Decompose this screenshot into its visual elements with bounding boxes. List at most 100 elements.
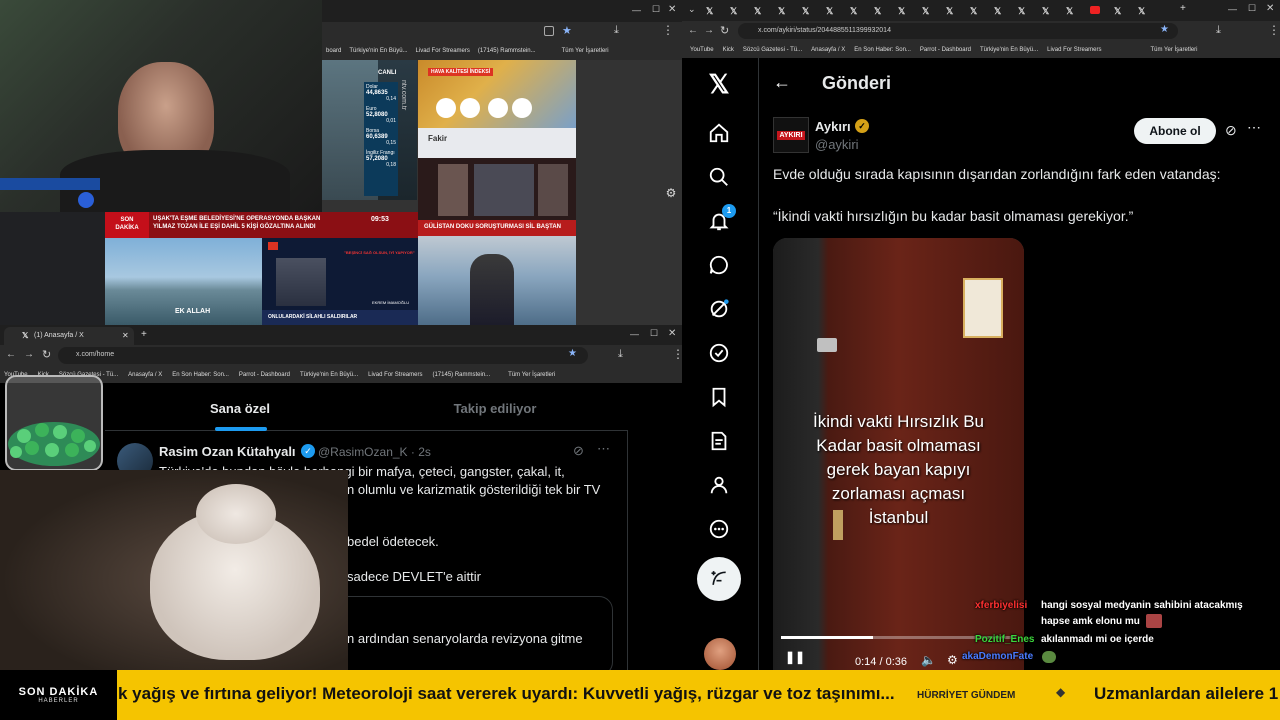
politician-label: EKREM İMAMOĞLU: [372, 300, 410, 305]
gold-verified-badge-icon: ✓: [855, 119, 869, 133]
bookmark-item[interactable]: En Son Haber: Son...: [172, 372, 229, 378]
bookmark-item[interactable]: Parrot - Dashboard: [239, 372, 290, 378]
pet-camera: [0, 470, 348, 670]
ticker-source: HÜRRİYET GÜNDEM: [917, 690, 1016, 701]
bookmark-item[interactable]: (17145) Rammstein...: [432, 372, 490, 378]
notifications-icon[interactable]: 1: [704, 204, 736, 236]
minimize-icon[interactable]: —: [1228, 4, 1237, 14]
profile-icon[interactable]: [704, 470, 734, 500]
close-icon[interactable]: ✕: [668, 4, 676, 15]
post-handle[interactable]: @aykiri: [815, 137, 859, 152]
address-bar[interactable]: x.com/aykiri/status/2044885511399932014 …: [738, 23, 1178, 39]
maximize-icon[interactable]: ☐: [652, 4, 660, 15]
chat-username: Pozitif_Enes: [975, 634, 1035, 645]
menu-icon[interactable]: ⋮: [662, 23, 674, 37]
forward-icon[interactable]: →: [24, 349, 34, 360]
reload-icon[interactable]: ↻: [42, 348, 51, 361]
back-icon[interactable]: ←: [688, 25, 698, 36]
back-icon[interactable]: ←: [6, 349, 16, 360]
bookmark-all[interactable]: Tüm Yer İşaretleri: [508, 372, 555, 378]
author-avatar[interactable]: AYKIRI: [773, 117, 809, 153]
bookmark-item[interactable]: Anasayfa / X: [128, 372, 162, 378]
settings-icon[interactable]: ⚙: [947, 653, 958, 667]
x-sidebar: 𝕏 1: [682, 58, 758, 670]
euro-change: 0,01: [386, 118, 396, 124]
close-icon[interactable]: ✕: [668, 328, 676, 339]
more-icon[interactable]: ⋯: [1247, 119, 1261, 136]
bookmark-item[interactable]: Anasayfa / X: [811, 47, 845, 53]
forward-icon[interactable]: →: [704, 25, 714, 36]
bookmark-item[interactable]: Türkiye'nin En Büyü...: [980, 47, 1038, 53]
subscribe-button[interactable]: Abone ol: [1134, 118, 1216, 144]
reload-icon[interactable]: ↻: [720, 24, 729, 37]
search-icon[interactable]: [704, 162, 734, 192]
minimize-icon[interactable]: —: [630, 329, 639, 339]
bookmark-item[interactable]: En Son Haber: Son...: [854, 47, 911, 53]
chat-emote: [1146, 614, 1162, 628]
x-logo-icon[interactable]: 𝕏: [704, 69, 734, 99]
close-icon[interactable]: ✕: [1266, 3, 1274, 14]
tab-close-icon[interactable]: ✕: [122, 331, 129, 340]
star-icon[interactable]: ★: [562, 24, 572, 37]
post-author[interactable]: Aykırı: [815, 119, 851, 134]
video-progress-fill: [781, 636, 873, 639]
download-icon[interactable]: ⤓: [618, 348, 623, 361]
maximize-icon[interactable]: ☐: [1248, 3, 1256, 14]
address-bar[interactable]: x.com/home ★: [58, 347, 588, 364]
bottom-left-toolbar: ← → ↻ x.com/home ★ ⤓ ⋮: [0, 345, 684, 366]
volume-icon[interactable]: 🔈: [921, 653, 936, 667]
tweet-author[interactable]: Rasim Ozan Kütahyalı: [159, 444, 296, 459]
post-detail: ← Gönderi AYKIRI Aykırı ✓ @aykiri Abone …: [758, 58, 1280, 670]
person-image: [538, 164, 568, 216]
download-icon[interactable]: ⤓: [614, 24, 619, 37]
tab-following[interactable]: Takip ediliyor: [405, 385, 585, 431]
star-icon[interactable]: ★: [568, 348, 577, 359]
svg-text:𝕏: 𝕏: [754, 6, 762, 16]
grok-chat-icon[interactable]: [704, 250, 734, 280]
settings-gear-icon[interactable]: ⚙: [662, 186, 680, 204]
install-icon[interactable]: [544, 26, 554, 36]
menu-icon[interactable]: ⋮: [1268, 23, 1280, 37]
bookmark-item[interactable]: board: [326, 48, 341, 54]
tab-home[interactable]: 𝕏 (1) Anasayfa / X ✕: [4, 327, 134, 345]
account-avatar[interactable]: [704, 638, 736, 670]
bookmark-item[interactable]: (17145) Rammstein...: [478, 48, 536, 54]
minimize-icon[interactable]: —: [632, 5, 641, 15]
tweet-handle[interactable]: @RasimOzan_K · 2s: [318, 445, 431, 459]
new-tab-icon[interactable]: +: [141, 329, 147, 340]
pause-icon[interactable]: ❚❚: [785, 650, 805, 664]
home-icon[interactable]: [704, 118, 734, 148]
star-icon[interactable]: ★: [1160, 24, 1169, 35]
bookmark-item[interactable]: Livad For Streamers: [416, 48, 470, 54]
bookmarks-icon[interactable]: [704, 382, 734, 412]
canli-label: CANLI: [378, 70, 397, 76]
new-tab-icon[interactable]: +: [1180, 3, 1186, 14]
weather-icon: [512, 98, 532, 118]
bookmark-item[interactable]: Türkiye'nin En Büyü...: [349, 48, 407, 54]
bookmark-item[interactable]: Türkiye'nin En Büyü...: [300, 372, 358, 378]
more-icon[interactable]: ⋯: [597, 441, 610, 457]
bookmark-all[interactable]: Tüm Yer İşaretleri: [562, 48, 609, 54]
grok-icon[interactable]: ⊘: [1225, 122, 1237, 139]
bookmark-item[interactable]: Livad For Streamers: [368, 372, 422, 378]
articles-icon[interactable]: [704, 426, 734, 456]
bookmark-item[interactable]: Kick: [723, 47, 734, 53]
x-tabs-strip[interactable]: 𝕏𝕏𝕏𝕏 𝕏𝕏𝕏𝕏 𝕏𝕏𝕏𝕏 𝕏𝕏𝕏𝕏 𝕏𝕏: [702, 0, 1182, 21]
grok-icon[interactable]: [704, 294, 734, 324]
verified-orgs-icon[interactable]: [704, 338, 734, 368]
grok-icon[interactable]: ⊘: [573, 443, 584, 459]
bookmark-item[interactable]: YouTube: [690, 47, 714, 53]
download-icon[interactable]: ⤓: [1216, 24, 1221, 37]
address-text: x.com/home: [76, 351, 115, 358]
borsa-change: 0,15: [386, 140, 396, 146]
post-button[interactable]: [697, 557, 741, 601]
maximize-icon[interactable]: ☐: [650, 328, 658, 339]
bookmark-item[interactable]: Livad For Streamers: [1047, 47, 1101, 53]
tab-for-you[interactable]: Sana özel: [165, 385, 315, 431]
bookmark-all[interactable]: Tüm Yer İşaretleri: [1150, 47, 1197, 53]
more-icon[interactable]: [704, 514, 734, 544]
bookmark-item[interactable]: Sözcü Gazetesi - Tü...: [743, 47, 802, 53]
back-arrow-icon[interactable]: ←: [773, 72, 791, 93]
bookmark-item[interactable]: Parrot - Dashboard: [920, 47, 971, 53]
tab-search-icon[interactable]: ⌄: [688, 4, 696, 15]
